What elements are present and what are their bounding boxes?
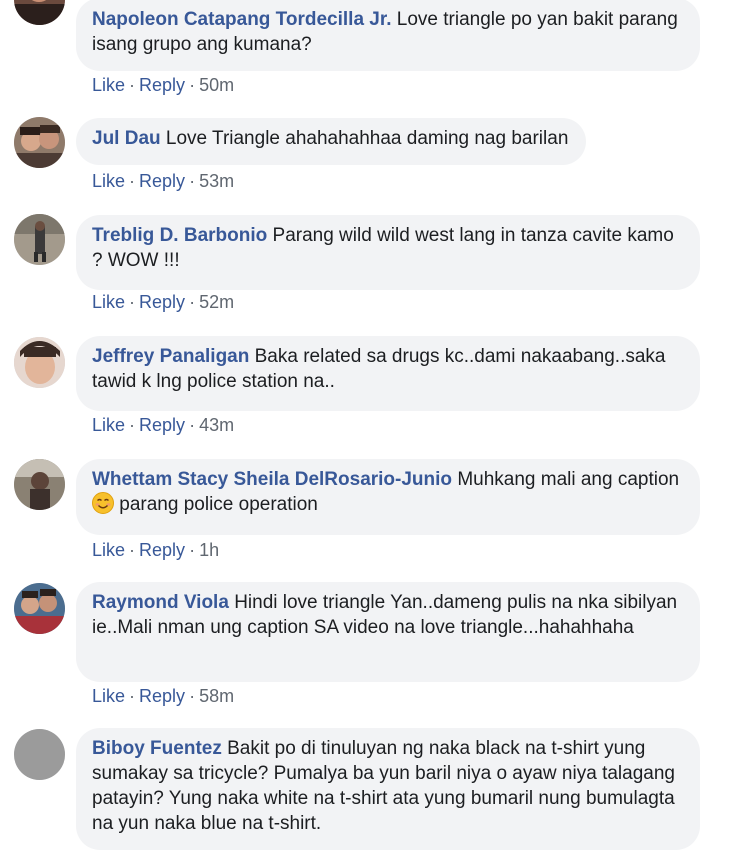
avatar-photo-icon: [14, 337, 65, 388]
avatar[interactable]: [14, 0, 65, 25]
reply-button[interactable]: Reply: [139, 686, 185, 706]
like-button[interactable]: Like: [92, 686, 125, 706]
comment-author[interactable]: Napoleon Catapang Tordecilla Jr.: [92, 9, 392, 30]
comment-author[interactable]: Raymond Viola: [92, 592, 229, 613]
comment-bubble: Whettam Stacy Sheila DelRosario-Junio Mu…: [76, 459, 700, 535]
separator-dot: ·: [189, 686, 196, 706]
separator-dot: ·: [129, 171, 136, 191]
separator-dot: ·: [129, 540, 136, 560]
comment-author[interactable]: Jul Dau: [92, 128, 161, 149]
comment-actions: Like · Reply · 53m: [92, 171, 234, 192]
comment-actions: Like · Reply · 58m: [92, 686, 234, 707]
comment-timestamp[interactable]: 58m: [199, 686, 234, 706]
comment-author[interactable]: Whettam Stacy Sheila DelRosario-Junio: [92, 469, 452, 490]
avatar-photo-icon: [14, 459, 65, 510]
reply-button[interactable]: Reply: [139, 540, 185, 560]
comment-timestamp[interactable]: 53m: [199, 171, 234, 191]
comment-timestamp[interactable]: 52m: [199, 292, 234, 312]
separator-dot: ·: [129, 415, 136, 435]
separator-dot: ·: [129, 686, 136, 706]
avatar-photo-icon: [14, 117, 65, 168]
avatar[interactable]: [14, 729, 65, 780]
reply-button[interactable]: Reply: [139, 415, 185, 435]
avatar-photo-icon: [14, 0, 65, 25]
comment-text: Muhkang mali ang caption: [457, 469, 680, 490]
separator-dot: ·: [189, 292, 196, 312]
comment-bubble: Jul Dau Love Triangle ahahahahhaa daming…: [76, 118, 587, 165]
comment-actions: Like · Reply · 52m: [92, 292, 234, 313]
separator-dot: ·: [189, 75, 196, 95]
comment-actions: Like · Reply · 43m: [92, 415, 234, 436]
separator-dot: ·: [189, 171, 196, 191]
comment-text: Love Triangle ahahahahhaa daming nag bar…: [165, 128, 569, 149]
avatar[interactable]: [14, 214, 65, 265]
avatar-photo-icon: [14, 214, 65, 265]
avatar-photo-icon: [14, 583, 65, 634]
comment-actions: Like · Reply · 1h: [92, 540, 219, 561]
avatar[interactable]: [14, 459, 65, 510]
like-button[interactable]: Like: [92, 292, 125, 312]
comment-bubble: Raymond Viola Hindi love triangle Yan..d…: [76, 582, 700, 682]
reply-button[interactable]: Reply: [139, 171, 185, 191]
separator-dot: ·: [189, 540, 196, 560]
reply-button[interactable]: Reply: [139, 292, 185, 312]
like-button[interactable]: Like: [92, 415, 125, 435]
avatar[interactable]: [14, 583, 65, 634]
comment-timestamp[interactable]: 50m: [199, 75, 234, 95]
comment-bubble: Treblig D. Barbonio Parang wild wild wes…: [76, 215, 700, 290]
comment-actions: Like · Reply · 50m: [92, 75, 234, 96]
comment-bubble: Biboy Fuentez Bakit po di tinuluyan ng n…: [76, 728, 700, 850]
comment-bubble: Jeffrey Panaligan Baka related sa drugs …: [76, 336, 700, 411]
separator-dot: ·: [189, 415, 196, 435]
comment-author[interactable]: Biboy Fuentez: [92, 738, 222, 759]
separator-dot: ·: [129, 75, 136, 95]
comment-bubble: Napoleon Catapang Tordecilla Jr. Love tr…: [76, 0, 700, 71]
like-button[interactable]: Like: [92, 75, 125, 95]
default-avatar-icon: [14, 729, 65, 780]
comment-timestamp[interactable]: 43m: [199, 415, 234, 435]
avatar[interactable]: [14, 337, 65, 388]
comment-author[interactable]: Jeffrey Panaligan: [92, 346, 249, 367]
comment-text-continued: parang police operation: [119, 494, 318, 515]
avatar[interactable]: [14, 117, 65, 168]
separator-dot: ·: [129, 292, 136, 312]
smiling-face-emoji-icon: [92, 492, 114, 514]
like-button[interactable]: Like: [92, 171, 125, 191]
comment-timestamp[interactable]: 1h: [199, 540, 219, 560]
reply-button[interactable]: Reply: [139, 75, 185, 95]
like-button[interactable]: Like: [92, 540, 125, 560]
comment-author[interactable]: Treblig D. Barbonio: [92, 225, 267, 246]
